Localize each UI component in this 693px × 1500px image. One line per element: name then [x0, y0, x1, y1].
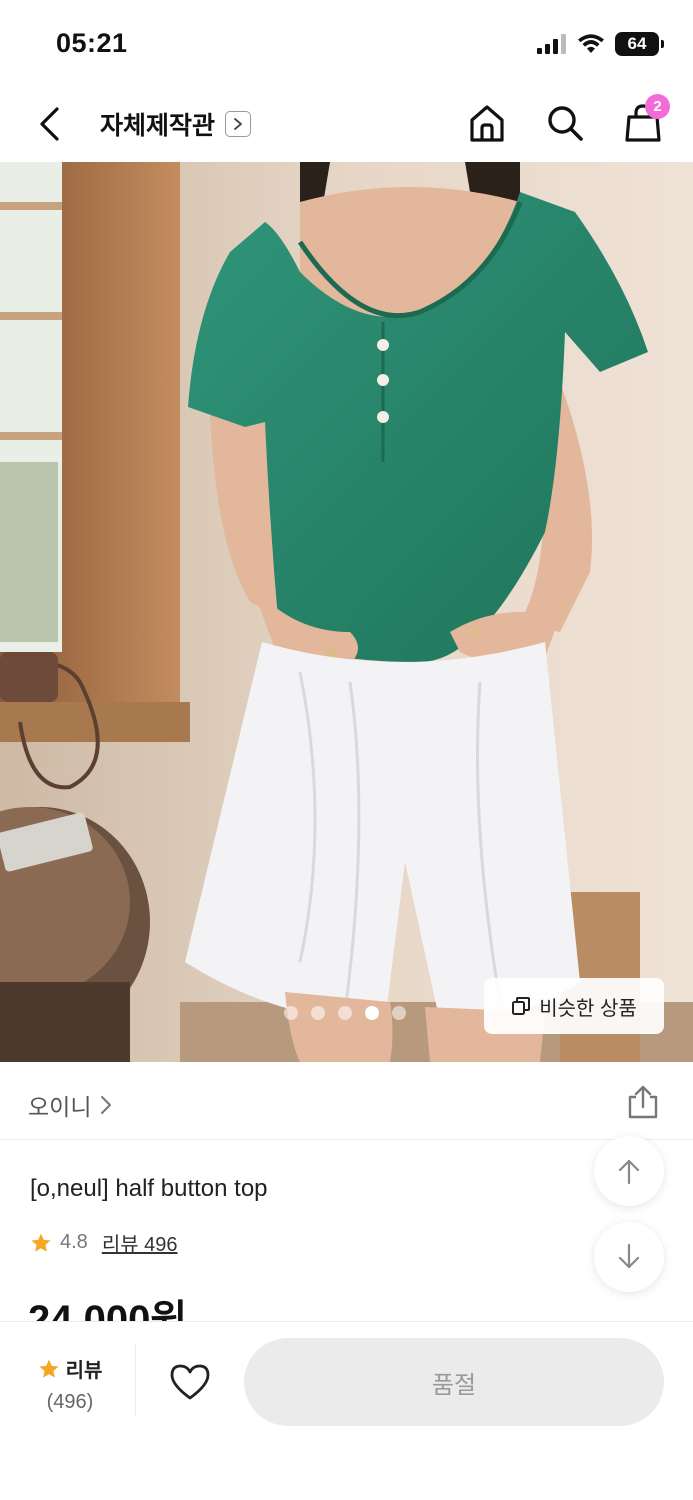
carousel-dot[interactable] — [338, 1006, 352, 1020]
chevron-right-icon — [225, 111, 252, 137]
store-title-link[interactable]: 자체제작관 — [100, 106, 252, 142]
rating-value: 4.8 — [60, 1231, 88, 1253]
back-arrow-icon — [40, 107, 59, 141]
star-icon — [31, 1233, 51, 1252]
copy-icon — [512, 997, 531, 1015]
battery-icon: 64 — [615, 32, 664, 56]
carousel-dot[interactable] — [392, 1006, 406, 1020]
share-icon — [628, 1085, 658, 1119]
carousel-dot[interactable] — [311, 1006, 325, 1020]
seller-row: 오이니 — [0, 1062, 693, 1140]
wifi-icon — [578, 34, 604, 53]
store-title: 자체제작관 — [100, 112, 216, 140]
chevron-right-icon — [101, 1096, 112, 1114]
similar-products-label: 비슷한 상품 — [539, 997, 637, 1020]
scroll-bottom-button[interactable] — [594, 1222, 664, 1292]
wishlist-button[interactable] — [166, 1358, 214, 1406]
price-partial: 24,000원 — [28, 1296, 328, 1321]
cart-button[interactable]: 2 — [620, 94, 670, 146]
cart-count-badge: 2 — [645, 94, 670, 119]
seller-link[interactable]: 오이니 — [28, 1088, 113, 1122]
product-image-carousel[interactable]: 비슷한 상품 — [0, 162, 693, 1062]
bottom-action-bar: 리뷰 (496) 품절 — [0, 1321, 693, 1500]
signal-icon — [537, 34, 566, 54]
carousel-page-indicator — [284, 1006, 406, 1020]
carousel-dot[interactable] — [284, 1006, 298, 1020]
status-icons: 64 — [537, 30, 664, 58]
bottom-review-header: 리뷰 — [30, 1354, 110, 1383]
battery-level: 64 — [627, 34, 647, 53]
back-button[interactable] — [28, 102, 72, 146]
bottom-review-button[interactable]: 리뷰 (496) — [30, 1354, 110, 1414]
bottom-review-count: (496) — [46, 1391, 94, 1413]
star-icon — [39, 1359, 59, 1378]
product-title: [o,neul] half button top — [30, 1175, 268, 1202]
status-bar: 05:21 64 — [0, 0, 693, 88]
soldout-label: 품절 — [431, 1371, 477, 1399]
review-count-link[interactable]: 리뷰 496 — [102, 1228, 178, 1257]
seller-name: 오이니 — [28, 1094, 92, 1120]
similar-products-button[interactable]: 비슷한 상품 — [484, 978, 664, 1034]
share-button[interactable] — [625, 1084, 661, 1120]
carousel-dot-active[interactable] — [365, 1006, 379, 1020]
search-icon — [548, 106, 583, 141]
product-price: 24,000원 — [28, 1298, 188, 1321]
status-time: 05:21 — [56, 28, 128, 58]
scroll-top-button[interactable] — [594, 1136, 664, 1206]
search-button[interactable] — [542, 100, 588, 146]
arrow-down-icon — [618, 1243, 640, 1269]
rating-row: 4.8 리뷰 496 — [30, 1228, 178, 1257]
soldout-button[interactable]: 품절 — [244, 1338, 664, 1426]
home-icon — [470, 105, 504, 142]
home-button[interactable] — [464, 100, 510, 146]
arrow-up-icon — [618, 1159, 640, 1185]
bottom-review-label: 리뷰 — [65, 1360, 103, 1382]
divider — [135, 1344, 136, 1416]
top-nav: 자체제작관 2 — [0, 88, 693, 162]
product-photo — [0, 162, 693, 1062]
heart-icon — [170, 1364, 210, 1400]
